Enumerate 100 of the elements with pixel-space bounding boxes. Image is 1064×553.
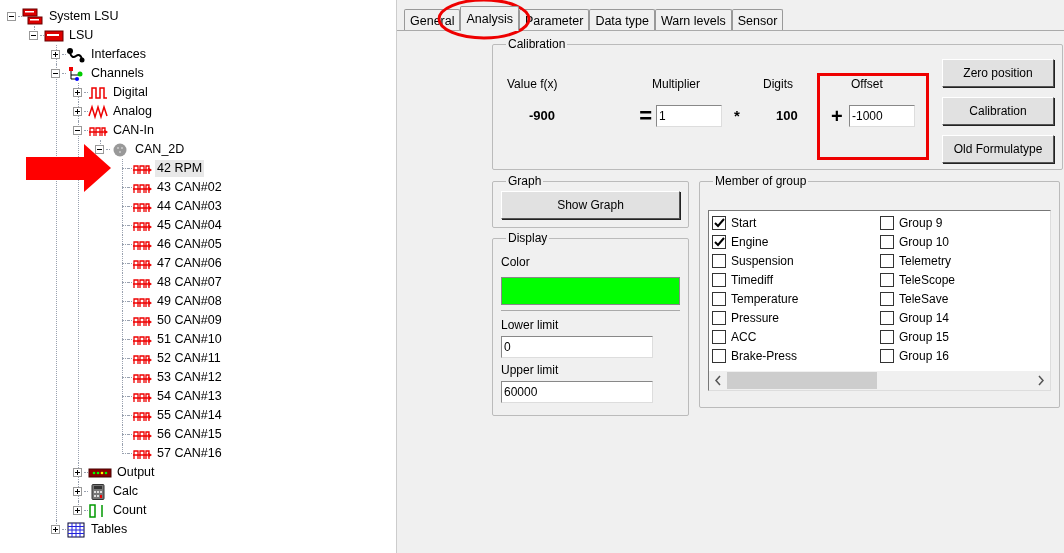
expand-icon[interactable] [73,506,82,515]
tree-item[interactable]: Channels [89,65,146,82]
collapse-icon[interactable] [7,12,16,21]
tree-item[interactable]: 57 CAN#16 [155,445,224,462]
checkbox[interactable] [712,329,726,344]
checkbox[interactable] [880,253,894,268]
checkbox[interactable] [712,253,726,268]
push-button[interactable]: Show Graph [501,191,680,219]
tree-item[interactable]: 50 CAN#09 [155,312,224,329]
checkbox[interactable] [880,348,894,363]
checkbox[interactable] [712,272,726,287]
tree-item[interactable]: Interfaces [89,46,148,63]
scrollbar-thumb[interactable] [727,372,877,389]
checkbox[interactable] [712,348,726,363]
tree-item[interactable]: 43 CAN#02 [155,179,224,196]
collapse-icon[interactable] [51,69,60,78]
push-button[interactable]: Zero position [942,59,1054,87]
checkbox[interactable] [880,215,894,230]
multiply-sign: * [733,105,741,126]
input-field[interactable]: 1 [656,105,722,127]
tree-item[interactable]: CAN_2D [133,141,187,158]
checkbox-label: TeleScope [899,271,956,289]
checkbox[interactable] [880,272,894,287]
tree-item[interactable]: 45 CAN#04 [155,217,224,234]
tab[interactable]: Warn levels [654,9,732,30]
field-label: Upper limit [501,362,560,379]
group-title: Calibration [507,36,567,53]
hardware-unit-icon [44,27,64,44]
group-title: Display [507,230,549,247]
checkbox[interactable] [712,215,726,230]
tree-item[interactable]: 44 CAN#03 [155,198,224,215]
push-button[interactable]: Old Formulatype [942,135,1054,163]
tree-item[interactable]: Calc [111,483,140,500]
checkbox[interactable] [880,234,894,249]
collapse-icon[interactable] [29,31,38,40]
tab[interactable]: Sensor [731,9,784,30]
checkbox-label: Brake-Press [731,347,798,365]
equals-sign: = [639,105,652,127]
field-label: Color [501,254,531,271]
table-grid-icon [66,521,86,538]
checkbox-label: Timediff [731,271,773,289]
tree-item[interactable]: CAN-In [111,122,156,139]
check-icon [713,236,725,247]
collapse-icon[interactable] [73,126,82,135]
checkbox-label: Telemetry [899,252,951,270]
input-field[interactable]: 0 [501,336,653,358]
tree-item[interactable]: 52 CAN#11 [155,350,223,367]
plus-sign: + [830,106,844,126]
checkbox[interactable] [880,310,894,325]
tree-item[interactable]: System LSU [47,8,121,25]
tree-item[interactable]: 47 CAN#06 [155,255,224,272]
tree-item[interactable]: 53 CAN#12 [155,369,224,386]
tab[interactable]: Data type [589,9,655,30]
checkbox[interactable] [880,291,894,306]
tree-item[interactable]: Count [111,502,149,519]
tree-item[interactable]: 49 CAN#08 [155,293,224,310]
checkbox-label: TeleSave [899,290,949,308]
tree-item[interactable]: Tables [89,521,130,538]
checkbox[interactable] [712,234,726,249]
checkbox-label: Engine [731,233,769,251]
tree-item[interactable]: 54 CAN#13 [155,388,224,405]
tree-item[interactable]: 46 CAN#05 [155,236,224,253]
checkbox[interactable] [712,291,726,306]
calculator-icon [88,483,108,500]
tree-item[interactable]: 42 RPM [155,160,205,177]
expand-icon[interactable] [73,88,82,97]
group-title: Graph [507,173,543,190]
color-swatch[interactable] [501,277,680,305]
expand-icon[interactable] [73,468,82,477]
square-wave-icon [88,84,108,101]
checkbox-label: Group 15 [899,328,950,346]
collapse-icon[interactable] [95,145,104,154]
input-field[interactable]: -1000 [849,105,915,127]
horizontal-scrollbar[interactable] [709,371,1050,390]
tree-item[interactable]: 48 CAN#07 [155,274,224,291]
expand-icon[interactable] [73,107,82,116]
tree-item[interactable]: Analog [111,103,154,120]
push-button[interactable]: Calibration [942,97,1054,125]
input-field[interactable]: 60000 [501,381,653,403]
checkbox-label: Group 10 [899,233,950,251]
field-label: Multiplier [652,76,701,93]
result-value: -900 [528,107,556,126]
field-label: Digits [762,76,794,93]
expand-icon[interactable] [73,487,82,496]
checkbox[interactable] [880,329,894,344]
tree-item[interactable]: 56 CAN#15 [155,426,224,443]
tree-item[interactable]: LSU [67,27,96,44]
hardware-stack-icon [22,7,44,26]
tree-item[interactable]: Digital [111,84,150,101]
tab[interactable]: Analysis [460,6,520,31]
digits-value: 100 [775,107,799,126]
checkbox[interactable] [712,310,726,325]
expand-icon[interactable] [51,525,60,534]
tree-item[interactable]: 55 CAN#14 [155,407,224,424]
expand-icon[interactable] [51,50,60,59]
checkbox-label: Start [731,214,757,232]
checkbox-label: Temperature [731,290,799,308]
tree-item[interactable]: Output [115,464,157,481]
sine-wave-icon [88,103,108,120]
tree-item[interactable]: 51 CAN#10 [155,331,224,348]
